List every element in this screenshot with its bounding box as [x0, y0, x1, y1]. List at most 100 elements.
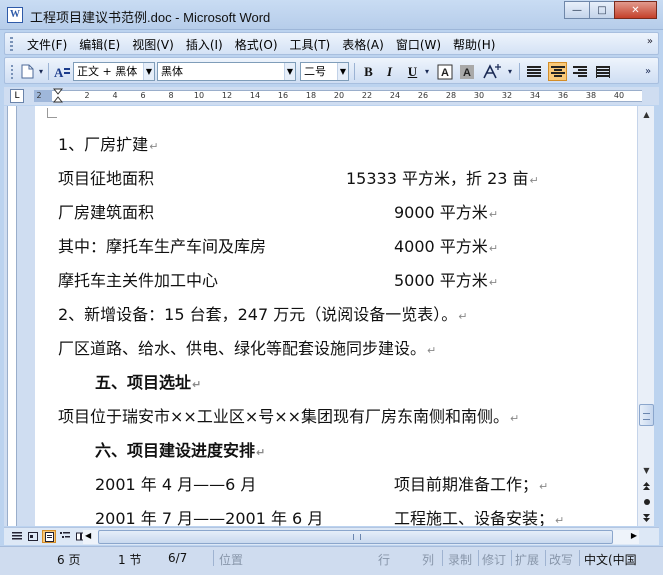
ruler-tick-label: 4	[112, 91, 118, 100]
doc-line[interactable]: 1、厂房扩建↵	[58, 131, 158, 155]
indent-marker-icon[interactable]	[53, 88, 63, 104]
print-layout-view-icon[interactable]	[42, 530, 56, 543]
style-select[interactable]: 正文 + 黑体 ▼	[73, 62, 155, 81]
close-button[interactable]: ✕	[614, 1, 657, 19]
title-bar: W 工程项目建议书范例.doc - Microsoft Word — □ ✕	[0, 0, 663, 30]
toolbar-grip-icon[interactable]	[9, 62, 15, 81]
menu-overflow-icon[interactable]: »	[647, 36, 653, 47]
doc-line[interactable]: 项目位于瑞安市××工业区×号××集团现有厂房东南侧和南侧。↵	[58, 403, 519, 427]
doc-line[interactable]: 摩托车主关件加工中心 5000 平方米↵	[58, 267, 498, 291]
ruler-tick-label: 2	[84, 91, 90, 100]
scroll-up-icon[interactable]: ▲	[639, 106, 654, 122]
next-page-icon[interactable]	[639, 510, 654, 526]
ruler-tick-label: 32	[501, 91, 513, 100]
underline-button[interactable]: U	[403, 62, 422, 81]
scaling-dropdown-icon[interactable]: ▾	[505, 62, 515, 81]
vertical-scrollbar[interactable]: ▲ ▼	[637, 106, 654, 526]
new-document-icon[interactable]	[18, 62, 36, 81]
bold-button[interactable]: B	[359, 62, 378, 81]
horizontal-scrollbar[interactable]: ◀ ▶	[83, 530, 639, 544]
horizontal-ruler[interactable]: L 2 2 4 6 8 10 12 14 16 18 20 22 24 26 28 30 32 34 36 38 40	[4, 87, 659, 105]
styles-pane-icon[interactable]: A	[53, 62, 71, 81]
status-section: 1 节	[118, 553, 142, 567]
svg-text:A: A	[463, 67, 471, 79]
status-page-of: 6/7	[168, 551, 188, 565]
italic-button[interactable]: I	[380, 62, 399, 81]
status-track-changes[interactable]: 修订	[482, 551, 506, 568]
status-overtype[interactable]: 改写	[549, 551, 573, 568]
ruler-tick-label: 8	[168, 91, 174, 100]
outline-view-icon[interactable]	[58, 530, 72, 543]
ruler-tick-label: 22	[361, 91, 373, 100]
svg-text:A: A	[441, 67, 449, 79]
char-scaling-icon[interactable]	[481, 62, 503, 81]
status-row: 行	[378, 553, 391, 567]
underline-dropdown-icon[interactable]: ▾	[422, 62, 432, 81]
scroll-down-icon[interactable]: ▼	[639, 462, 654, 478]
ruler-tick-label: 16	[277, 91, 289, 100]
char-border-icon[interactable]: A	[436, 62, 454, 81]
scroll-right-icon[interactable]: ▶	[631, 531, 637, 540]
section-heading[interactable]: 六、项目建设进度安排↵	[95, 437, 265, 461]
align-right-icon[interactable]	[571, 62, 589, 81]
new-dropdown-icon[interactable]: ▾	[36, 62, 46, 81]
ruler-tick-label: 40	[613, 91, 625, 100]
status-record[interactable]: 录制	[448, 551, 472, 568]
doc-line[interactable]: 其中：摩托车生产车间及库房 4000 平方米↵	[58, 233, 498, 257]
menu-help[interactable]: 帮助(H)	[453, 36, 495, 53]
char-shading-icon[interactable]: A	[458, 62, 476, 81]
chevron-down-icon: ▼	[143, 63, 154, 80]
font-select[interactable]: 黑体 ▼	[157, 62, 296, 81]
minimize-button[interactable]: —	[564, 1, 590, 19]
doc-line[interactable]: 2、新增设备：15 台套，247 万元（说阅设备一览表）。↵	[58, 301, 467, 325]
normal-view-icon[interactable]	[10, 530, 24, 543]
distribute-icon[interactable]	[594, 62, 612, 81]
ruler-tick-label: 38	[585, 91, 597, 100]
horizontal-scroll-thumb[interactable]	[98, 530, 613, 544]
document-area: 1、厂房扩建↵ 项目征地面积 15333 平方米，折 23 亩↵ 厂房建筑面积 90…	[20, 106, 637, 526]
previous-page-icon[interactable]	[639, 478, 654, 494]
align-justify-icon[interactable]	[525, 62, 543, 81]
doc-line[interactable]: 2001 年 7 月——2001 年 6 月工程施工、设备安装；↵	[95, 505, 564, 526]
section-heading[interactable]: 五、项目选址↵	[95, 369, 201, 393]
menu-insert[interactable]: 插入(I)	[186, 36, 223, 53]
menu-window[interactable]: 窗口(W)	[396, 36, 441, 53]
menu-bar: 文件(F) 编辑(E) 视图(V) 插入(I) 格式(O) 工具(T) 表格(A…	[4, 32, 659, 55]
doc-line[interactable]: 项目征地面积 15333 平方米，折 23 亩↵	[58, 165, 539, 189]
scroll-left-icon[interactable]: ◀	[85, 531, 91, 540]
status-column: 列	[422, 553, 435, 567]
ruler-tick-label: 34	[529, 91, 541, 100]
align-center-icon[interactable]	[548, 62, 567, 81]
menu-table[interactable]: 表格(A)	[342, 36, 384, 53]
status-position: 位置	[219, 553, 244, 567]
svg-text:A: A	[54, 65, 64, 80]
web-layout-view-icon[interactable]	[26, 530, 40, 543]
status-extend[interactable]: 扩展	[515, 551, 539, 568]
ruler-tick-label: 24	[389, 91, 401, 100]
tab-selector[interactable]: L	[10, 89, 24, 103]
menu-tools[interactable]: 工具(T)	[290, 36, 331, 53]
vertical-scroll-thumb[interactable]	[639, 404, 654, 426]
menu-file[interactable]: 文件(F)	[27, 36, 67, 53]
maximize-button[interactable]: □	[589, 1, 615, 19]
select-browse-object-icon[interactable]	[639, 494, 654, 510]
toolbar-overflow-icon[interactable]: »	[641, 62, 655, 81]
status-language[interactable]: 中文(中国	[584, 551, 637, 568]
ruler-tick-label: 10	[193, 91, 205, 100]
doc-line[interactable]: 厂区道路、给水、供电、绿化等配套设施同步建设。↵	[58, 335, 436, 359]
word-app-icon[interactable]: W	[7, 7, 23, 23]
ruler-tick-label: 18	[305, 91, 317, 100]
window-controls: — □ ✕	[564, 1, 657, 19]
menu-format[interactable]: 格式(O)	[235, 36, 278, 53]
font-size-select[interactable]: 二号 ▼	[300, 62, 349, 81]
ruler-tick-label: 14	[249, 91, 261, 100]
doc-line[interactable]: 2001 年 4 月——6 月项目前期准备工作；↵	[95, 471, 548, 495]
vertical-ruler[interactable]	[4, 106, 20, 526]
menu-view[interactable]: 视图(V)	[132, 36, 174, 53]
toolbar-grip-icon[interactable]	[10, 37, 13, 51]
ruler-tick-label: 12	[221, 91, 233, 100]
menu-edit[interactable]: 编辑(E)	[79, 36, 120, 53]
document-page[interactable]: 1、厂房扩建↵ 项目征地面积 15333 平方米，折 23 亩↵ 厂房建筑面积 90…	[35, 106, 637, 526]
doc-line[interactable]: 厂房建筑面积 9000 平方米↵	[58, 199, 498, 223]
ruler-tick-label: 36	[557, 91, 569, 100]
